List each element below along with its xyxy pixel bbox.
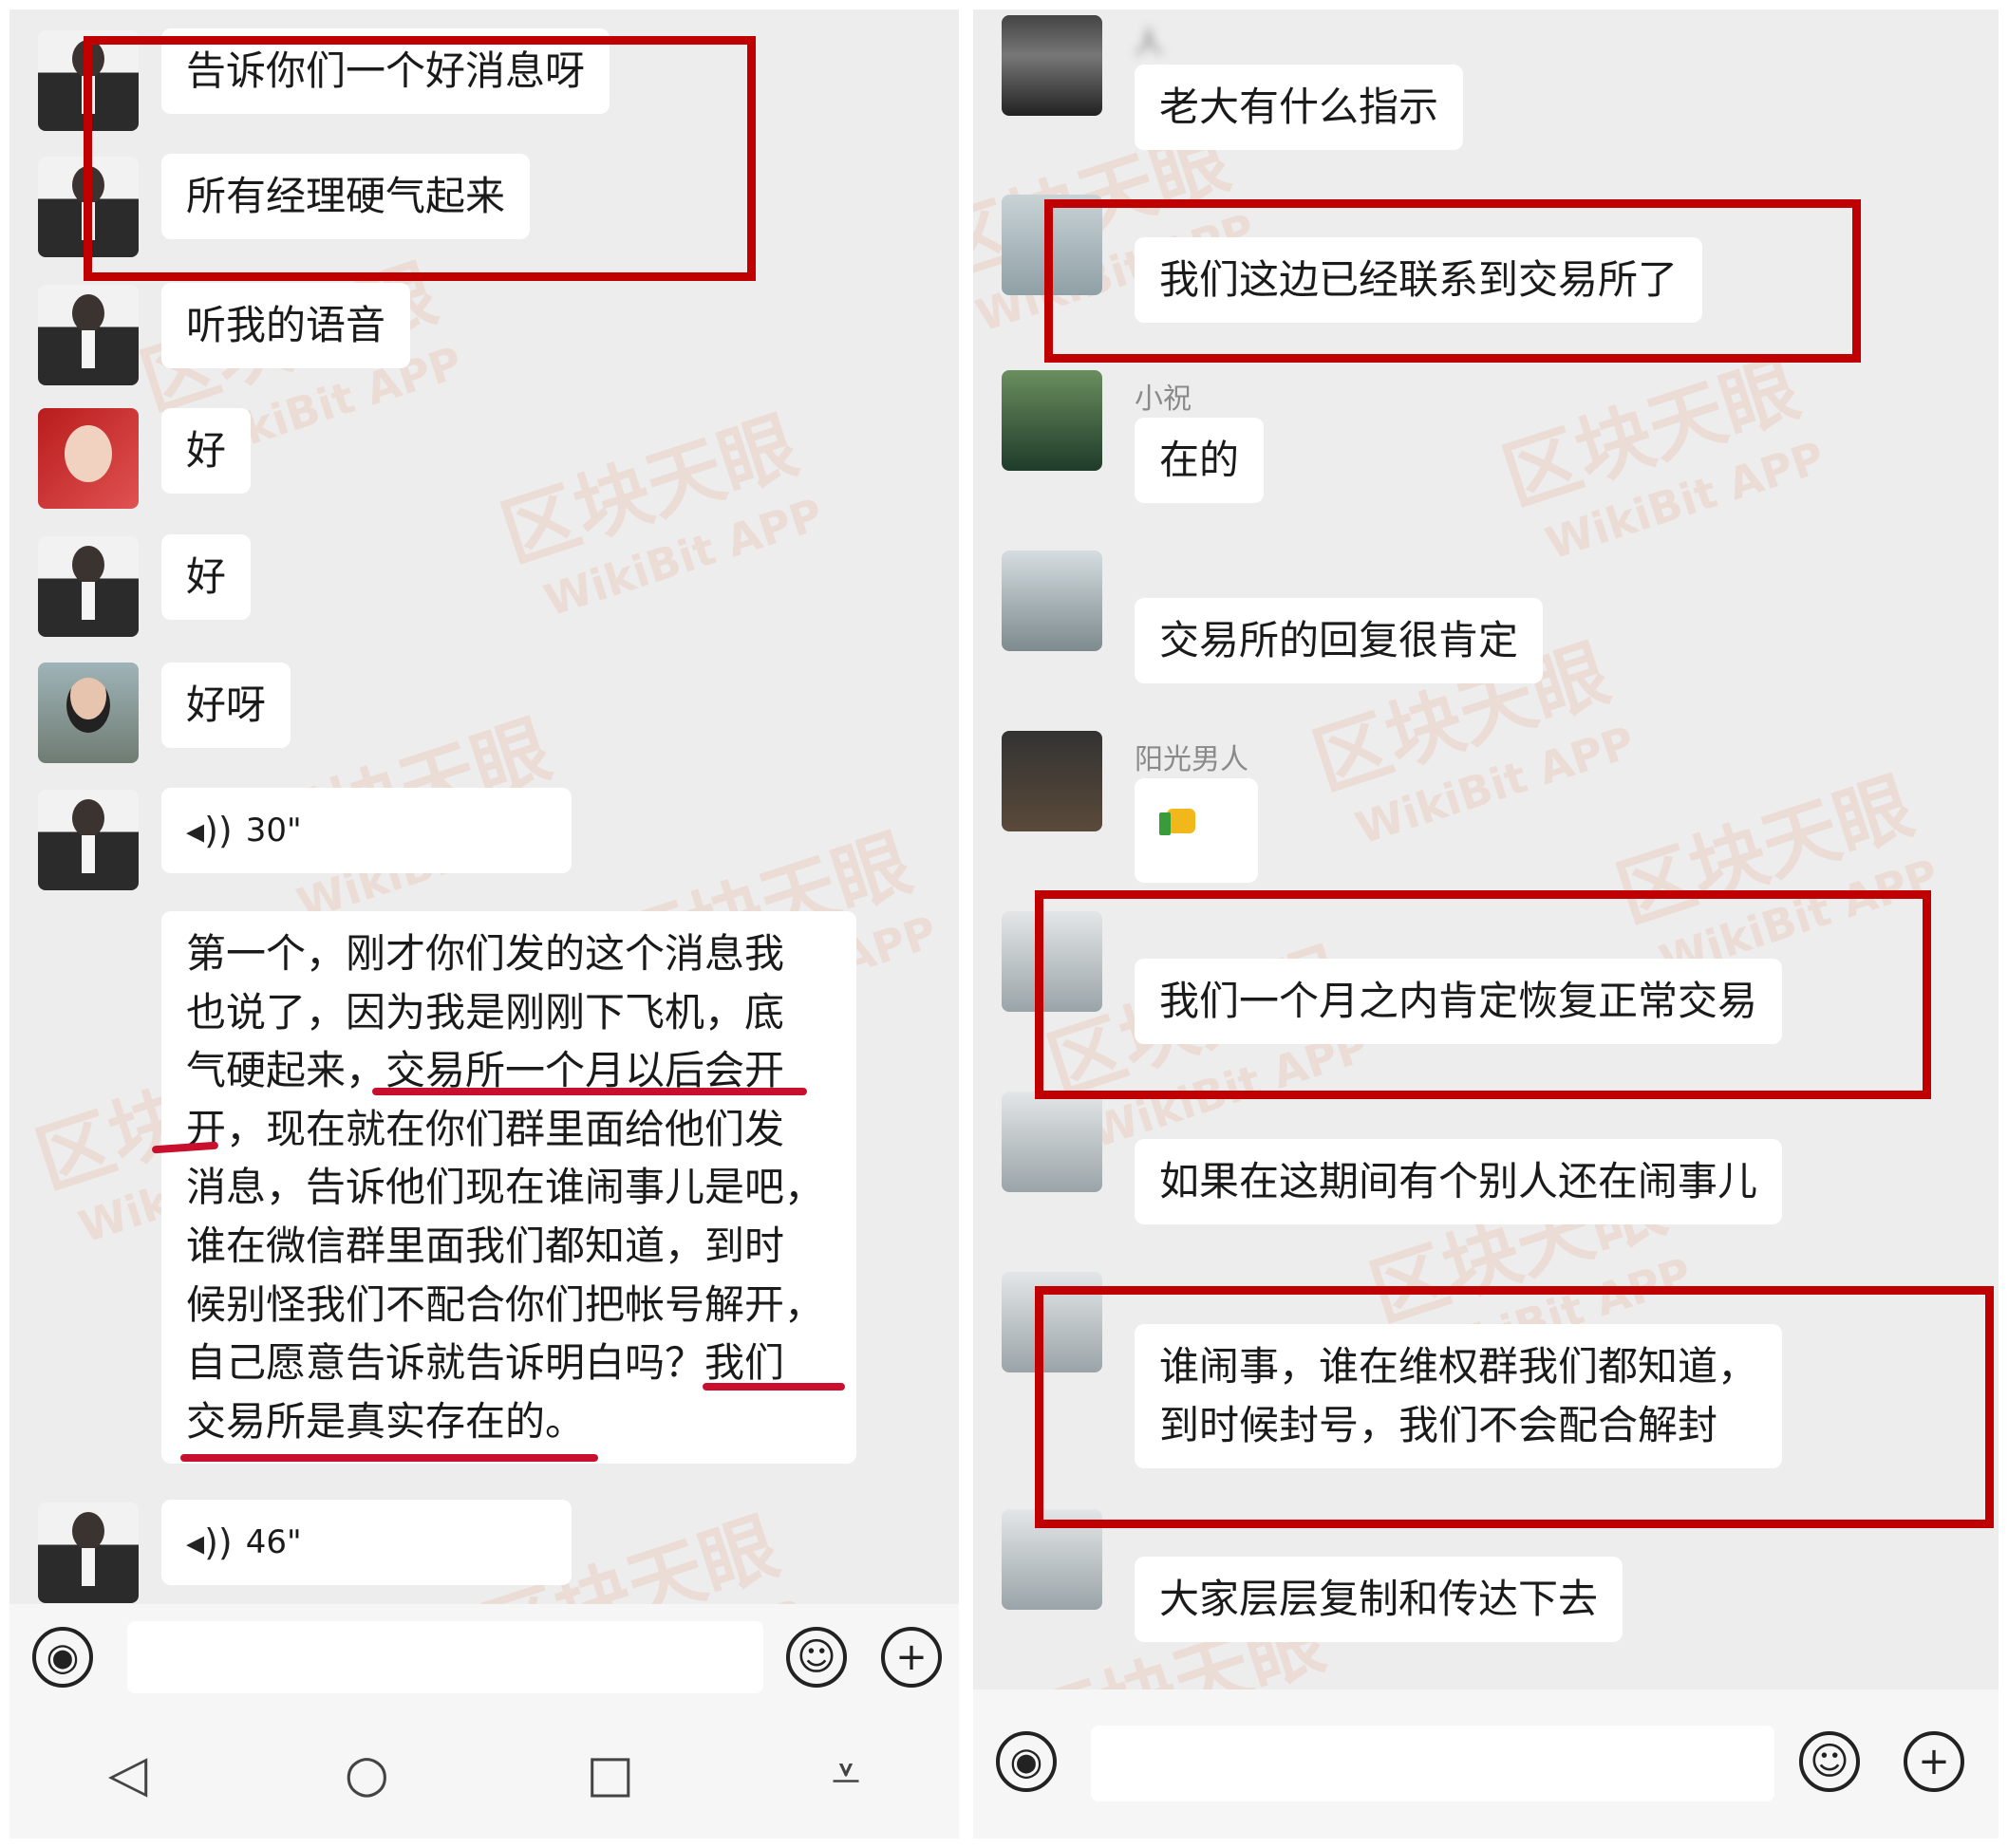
emoji-icon[interactable]: ☺ [786, 1627, 847, 1688]
annotation-underline [372, 1088, 807, 1095]
watermark: 区块天眼WikiBit APP [1492, 344, 1831, 569]
system-nav-bar: ◁ ○ □ ⩡ [9, 1708, 959, 1839]
avatar[interactable] [1002, 370, 1102, 471]
emoji-icon[interactable]: ☺ [1799, 1731, 1860, 1792]
annotation-underline [703, 1383, 845, 1391]
highlight-box [1035, 890, 1931, 1099]
voice-input-icon[interactable]: ◉ [996, 1731, 1057, 1792]
right-chat-screenshot: 区块天眼 WikiBit APP 区块天眼 WikiBit APP 区块天眼 Wiki… [973, 9, 1999, 1839]
message-input[interactable] [1091, 1726, 1774, 1801]
nav-home-icon[interactable]: ○ [345, 1744, 389, 1803]
message-input[interactable] [127, 1621, 763, 1693]
message-bubble: 如果在这期间有个别人还在闹事儿 [1135, 1139, 1783, 1224]
highlight-box [1035, 1286, 1994, 1528]
avatar[interactable] [1002, 15, 1102, 116]
left-chat-screenshot: 区块天眼WikiBit APP 区块天眼WikiBit APP 区块天眼Wiki… [9, 9, 959, 1839]
voice-message[interactable]: ◂)) 30" [161, 788, 572, 873]
nav-back-icon[interactable]: ◁ [108, 1744, 148, 1803]
chat-input-bar: ◉ ☺ + [9, 1604, 959, 1708]
plus-icon[interactable]: + [881, 1627, 942, 1688]
highlight-box [1044, 199, 1861, 363]
sender-name: 人 [1135, 27, 1163, 60]
message-bubble: 交易所的回复很肯定 [1135, 598, 1544, 683]
avatar[interactable] [38, 1503, 139, 1603]
avatar[interactable] [38, 536, 139, 637]
avatar[interactable] [38, 408, 139, 509]
thumbs-up-icon [1159, 792, 1205, 837]
message-bubble: 好 [161, 408, 252, 494]
annotation-underline [180, 1454, 598, 1462]
avatar[interactable] [38, 663, 139, 763]
nav-menu-icon[interactable]: ⩡ [832, 1744, 860, 1804]
avatar[interactable] [1002, 731, 1102, 831]
chat-input-bar: ◉ ☺ + [973, 1689, 1999, 1839]
message-bubble: 在的 [1135, 418, 1265, 503]
voice-input-icon[interactable]: ◉ [32, 1627, 93, 1688]
voice-wave-icon: ◂)) [186, 1521, 233, 1563]
avatar[interactable] [38, 285, 139, 385]
message-bubble: 好呀 [161, 663, 291, 748]
message-bubble [1135, 778, 1258, 883]
message-bubble: 好 [161, 534, 252, 620]
message-bubble: 老大有什么指示 [1135, 65, 1464, 150]
long-message-bubble: 第一个，刚才你们发的这个消息我 也说了，因为我是刚刚下飞机，底 气硬起来，交易所… [161, 911, 856, 1465]
watermark: 区块天眼WikiBit APP [491, 401, 830, 626]
nav-recent-icon[interactable]: □ [586, 1744, 634, 1803]
plus-icon[interactable]: + [1904, 1731, 1964, 1792]
avatar[interactable] [1002, 1092, 1102, 1192]
message-bubble: 大家层层复制和传达下去 [1135, 1557, 1623, 1642]
highlight-box [84, 36, 756, 281]
voice-message[interactable]: ◂)) 46" [161, 1500, 572, 1585]
avatar[interactable] [1002, 551, 1102, 651]
voice-wave-icon: ◂)) [186, 810, 233, 851]
message-bubble: 听我的语音 [161, 283, 411, 368]
sender-name: 小祝 [1135, 383, 1192, 416]
sender-name: 阳光男人 [1135, 743, 1248, 776]
avatar[interactable] [38, 790, 139, 890]
